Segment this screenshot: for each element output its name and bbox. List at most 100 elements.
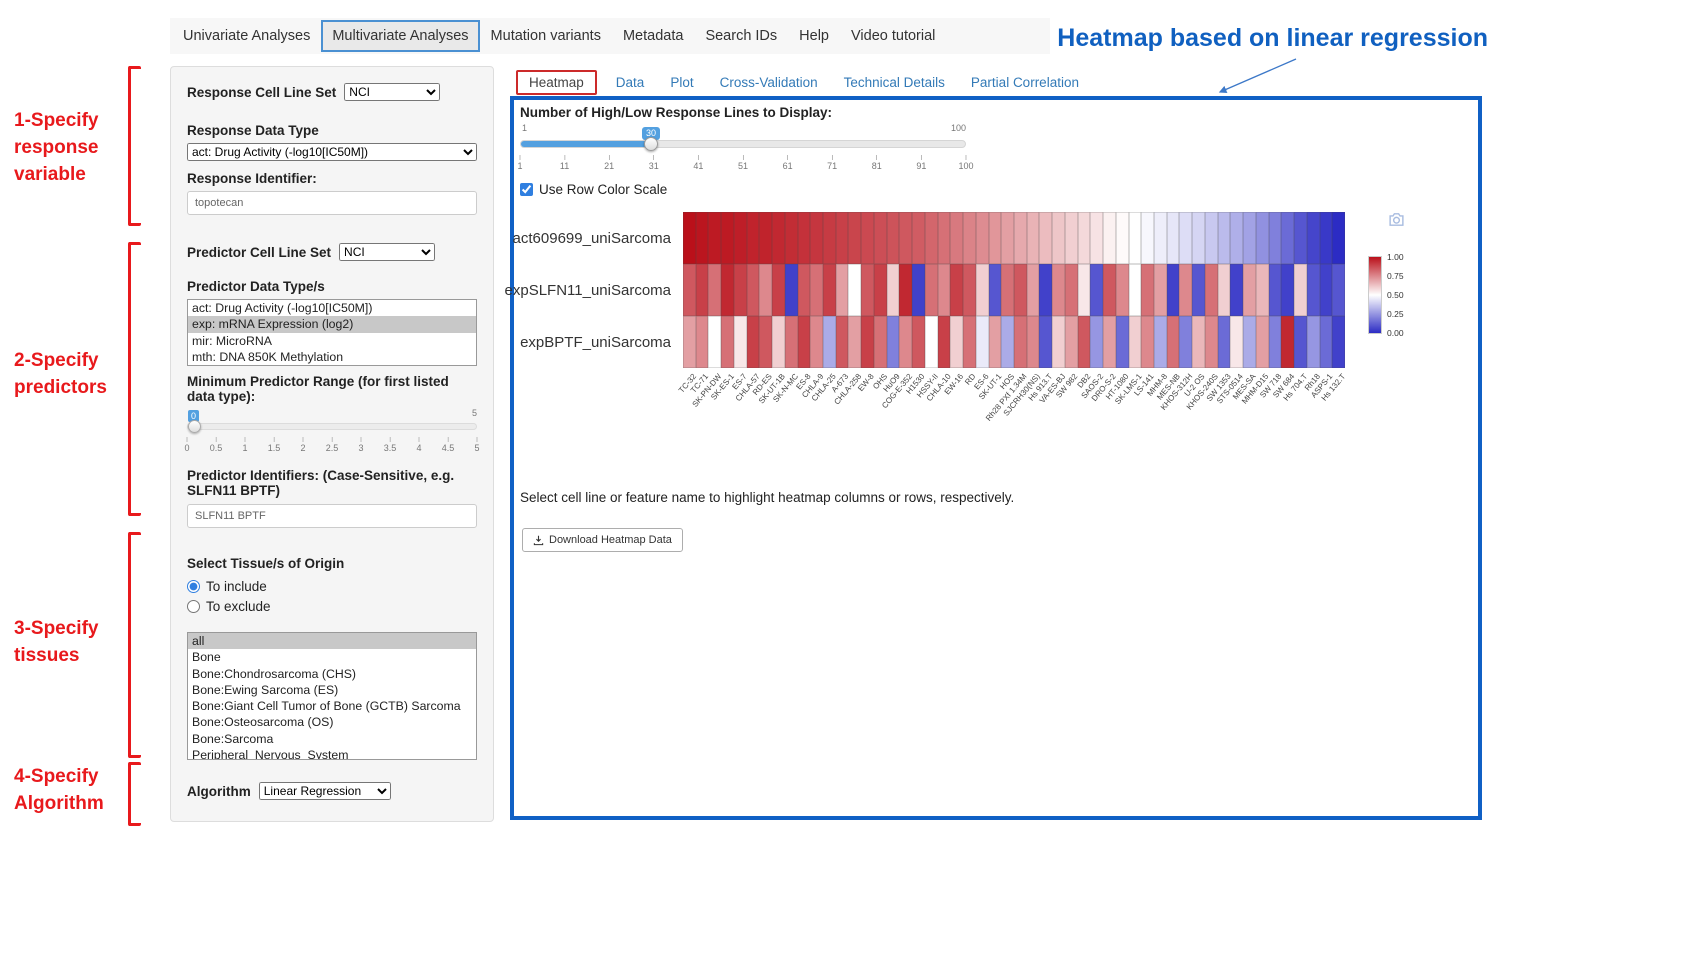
heatmap-cell[interactable] <box>1065 264 1078 316</box>
heatmap-cell[interactable] <box>1269 316 1282 368</box>
nav-item-metadata[interactable]: Metadata <box>612 20 694 52</box>
heatmap-cell[interactable] <box>874 316 887 368</box>
heatmap-cell[interactable] <box>836 316 849 368</box>
camera-icon[interactable] <box>1388 212 1405 227</box>
tab-plot[interactable]: Plot <box>657 70 706 95</box>
heatmap-cell[interactable] <box>772 316 785 368</box>
heatmap-cell[interactable] <box>1218 316 1231 368</box>
heatmap-cell[interactable] <box>823 212 836 264</box>
heatmap-cell[interactable] <box>1179 264 1192 316</box>
heatmap-cell[interactable] <box>989 212 1002 264</box>
heatmap-cell[interactable] <box>1078 316 1091 368</box>
tissue-exclude-radio[interactable] <box>187 600 200 613</box>
heatmap-cell[interactable] <box>1154 264 1167 316</box>
heatmap-cell[interactable] <box>1230 212 1243 264</box>
heatmap-cell[interactable] <box>1179 212 1192 264</box>
heatmap-cell[interactable] <box>1052 212 1065 264</box>
use-row-color-scale-checkbox[interactable] <box>520 183 533 196</box>
heatmap-cell[interactable] <box>1269 212 1282 264</box>
tissue-option-bone-giant-cell-tumor-of-bone-gctb-sarcoma[interactable]: Bone:Giant Cell Tumor of Bone (GCTB) Sar… <box>188 698 476 714</box>
heatmap-cell[interactable] <box>989 264 1002 316</box>
heatmap-cell[interactable] <box>721 212 734 264</box>
heatmap-cell[interactable] <box>899 316 912 368</box>
heatmap-cell[interactable] <box>1332 264 1345 316</box>
heatmap-cell[interactable] <box>810 212 823 264</box>
heatmap-cell[interactable] <box>874 264 887 316</box>
nav-item-multivariate-analyses[interactable]: Multivariate Analyses <box>321 20 479 52</box>
heatmap-cell[interactable] <box>1154 212 1167 264</box>
algorithm-select[interactable]: Linear Regression <box>259 782 391 800</box>
tissue-include-radio[interactable] <box>187 580 200 593</box>
heatmap-cell[interactable] <box>925 212 938 264</box>
heatmap-cell[interactable] <box>861 316 874 368</box>
predictor-type-option-mir-microrna[interactable]: mir: MicroRNA <box>188 333 476 349</box>
heatmap-cell[interactable] <box>1243 264 1256 316</box>
heatmap-cell[interactable] <box>696 316 709 368</box>
heatmap-cell[interactable] <box>1332 316 1345 368</box>
heatmap-cell[interactable] <box>1141 212 1154 264</box>
response-lines-slider[interactable]: 1 100 30 1112131415161718191100 <box>520 122 966 180</box>
heatmap-cell[interactable] <box>747 212 760 264</box>
heatmap-cell[interactable] <box>836 264 849 316</box>
tab-technical-details[interactable]: Technical Details <box>831 70 958 95</box>
heatmap-cell[interactable] <box>1218 212 1231 264</box>
heatmap-cell[interactable] <box>759 316 772 368</box>
heatmap-cell[interactable] <box>1078 212 1091 264</box>
heatmap-cell[interactable] <box>1027 316 1040 368</box>
heatmap-cell[interactable] <box>848 212 861 264</box>
heatmap-cell[interactable] <box>759 212 772 264</box>
predictor-type-option-mth-dna-850k-methylation[interactable]: mth: DNA 850K Methylation <box>188 349 476 365</box>
heatmap-cell[interactable] <box>1090 212 1103 264</box>
heatmap-cell[interactable] <box>798 264 811 316</box>
nav-item-video-tutorial[interactable]: Video tutorial <box>840 20 946 52</box>
heatmap-cell[interactable] <box>708 264 721 316</box>
heatmap-cell[interactable] <box>1014 264 1027 316</box>
heatmap-cell[interactable] <box>887 264 900 316</box>
heatmap-cell[interactable] <box>1141 316 1154 368</box>
heatmap-cell[interactable] <box>1039 212 1052 264</box>
heatmap-cell[interactable] <box>798 316 811 368</box>
heatmap-cell[interactable] <box>1332 212 1345 264</box>
heatmap-cell[interactable] <box>721 316 734 368</box>
heatmap-cell[interactable] <box>1281 212 1294 264</box>
tissue-option-bone-ewing-sarcoma-es[interactable]: Bone:Ewing Sarcoma (ES) <box>188 682 476 698</box>
heatmap-cell[interactable] <box>1205 212 1218 264</box>
predictor-data-type-listbox[interactable]: act: Drug Activity (-log10[IC50M])exp: m… <box>187 299 477 366</box>
heatmap-cell[interactable] <box>1243 212 1256 264</box>
tissue-option-all[interactable]: all <box>188 633 476 649</box>
tissue-option-bone-sarcoma[interactable]: Bone:Sarcoma <box>188 731 476 747</box>
heatmap-cell[interactable] <box>683 212 696 264</box>
tissue-option-bone-osteosarcoma-os[interactable]: Bone:Osteosarcoma (OS) <box>188 714 476 730</box>
heatmap-cell[interactable] <box>1014 212 1027 264</box>
heatmap-cell[interactable] <box>1141 264 1154 316</box>
response-identifier-input[interactable] <box>187 191 477 215</box>
heatmap-cell[interactable] <box>810 316 823 368</box>
heatmap-cell[interactable] <box>912 212 925 264</box>
heatmap-cell[interactable] <box>810 264 823 316</box>
heatmap-cell[interactable] <box>938 316 951 368</box>
heatmap-cell[interactable] <box>1294 264 1307 316</box>
heatmap-cell[interactable] <box>823 264 836 316</box>
heatmap-cell[interactable] <box>1090 316 1103 368</box>
heatmap-cell[interactable] <box>1320 264 1333 316</box>
nav-item-mutation-variants[interactable]: Mutation variants <box>480 20 612 52</box>
heatmap-cell[interactable] <box>887 316 900 368</box>
heatmap-cell[interactable] <box>1307 212 1320 264</box>
heatmap-cell[interactable] <box>1269 264 1282 316</box>
heatmap-cell[interactable] <box>798 212 811 264</box>
heatmap-cell[interactable] <box>1192 316 1205 368</box>
heatmap-row-label-act609699-unisarcoma[interactable]: act609699_uniSarcoma <box>514 212 679 264</box>
heatmap-cell[interactable] <box>747 264 760 316</box>
heatmap-cell[interactable] <box>1129 212 1142 264</box>
heatmap-cell[interactable] <box>1256 212 1269 264</box>
heatmap-cell[interactable] <box>1167 264 1180 316</box>
heatmap-cell[interactable] <box>1065 212 1078 264</box>
response-data-type-select[interactable]: act: Drug Activity (-log10[IC50M]) <box>187 143 477 161</box>
heatmap-cell[interactable] <box>1103 316 1116 368</box>
heatmap-cell[interactable] <box>823 316 836 368</box>
predictor-identifiers-input[interactable] <box>187 504 477 528</box>
heatmap-cell[interactable] <box>912 316 925 368</box>
heatmap-cell[interactable] <box>899 264 912 316</box>
tab-data[interactable]: Data <box>603 70 658 95</box>
heatmap-cell[interactable] <box>696 212 709 264</box>
